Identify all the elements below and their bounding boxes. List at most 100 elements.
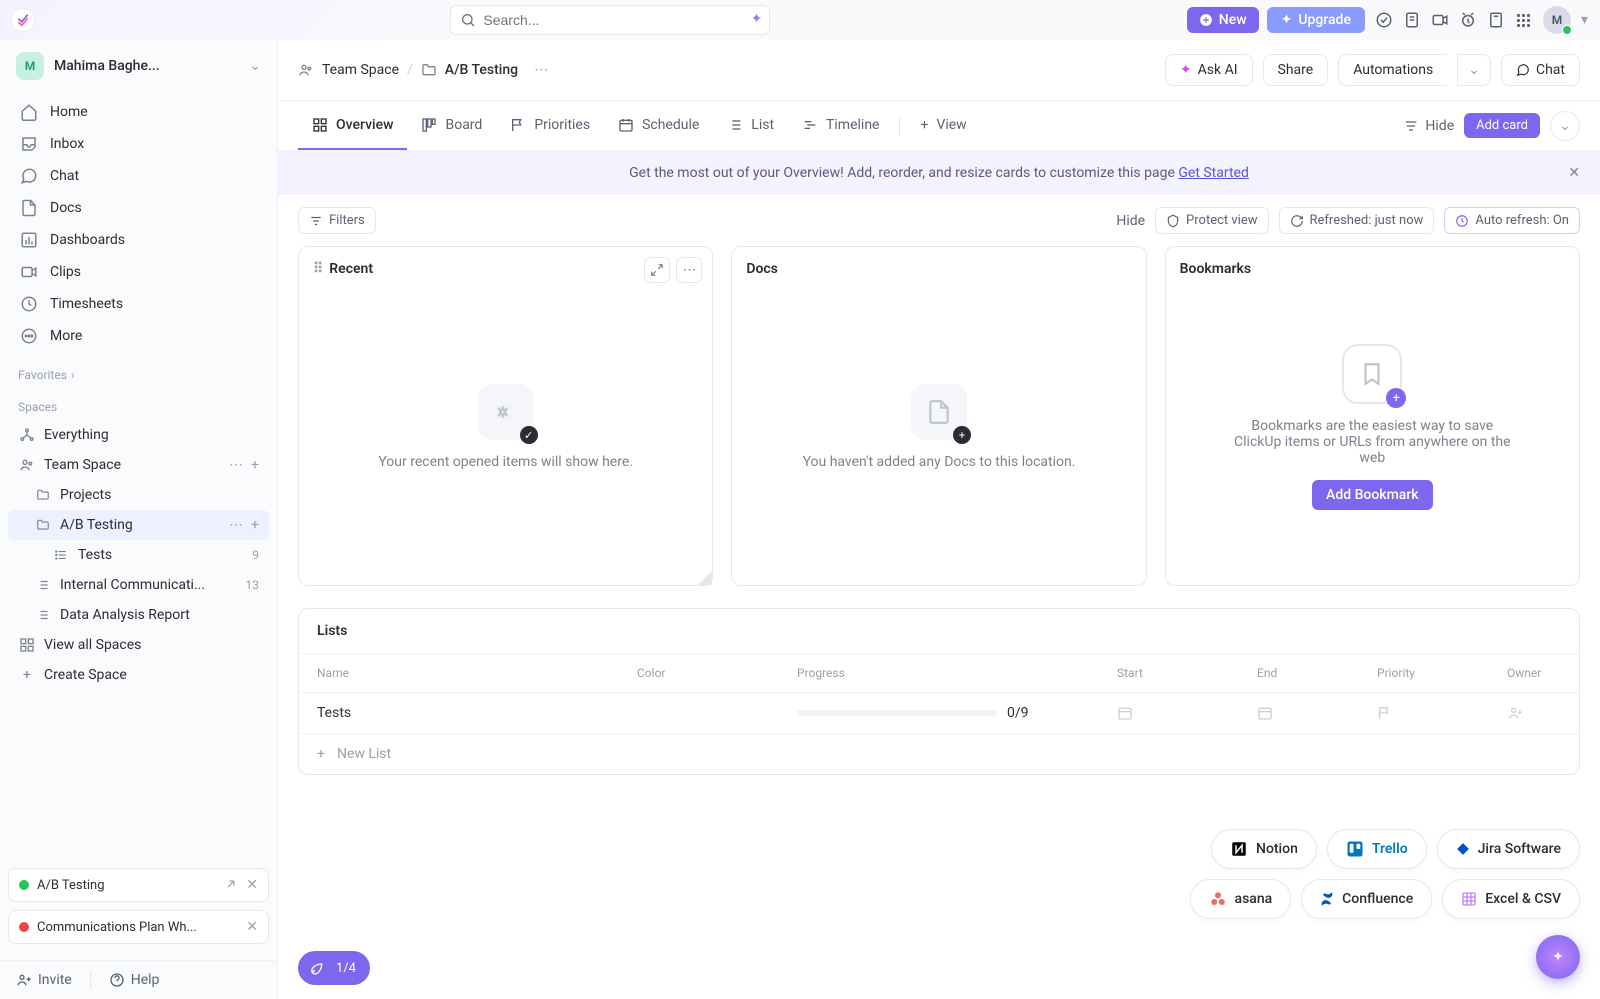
tree-create-space[interactable]: +Create Space	[8, 660, 269, 690]
rocket-icon	[306, 957, 328, 979]
ai-search-icon[interactable]: ✦	[751, 11, 763, 27]
tab-label: List	[751, 117, 774, 133]
button-label: Share	[1278, 62, 1314, 78]
home-icon	[20, 103, 38, 121]
tree-team-space[interactable]: Team Space⋯+	[8, 450, 269, 480]
sidebar-item-label: Clips	[50, 264, 81, 280]
start-date-icon[interactable]	[1117, 705, 1257, 721]
more-icon[interactable]: ⋯	[534, 62, 548, 78]
plus-icon[interactable]: +	[251, 457, 259, 473]
import-notion[interactable]: Notion	[1211, 829, 1317, 869]
assign-owner-icon[interactable]	[1507, 705, 1600, 721]
tree-label: View all Spaces	[44, 637, 141, 653]
import-trello[interactable]: Trello	[1327, 829, 1427, 869]
reminder-icon[interactable]	[1459, 11, 1477, 29]
tree-everything[interactable]: Everything	[8, 420, 269, 450]
tab-priorities[interactable]: Priorities	[496, 101, 604, 150]
bookmark-icon: +	[1342, 344, 1402, 404]
share-button[interactable]: Share	[1263, 54, 1329, 86]
card-title: Recent	[329, 261, 373, 277]
tab-board[interactable]: Board	[407, 101, 496, 150]
tab-overview[interactable]: Overview	[298, 101, 407, 150]
search-input[interactable]	[450, 5, 770, 35]
app-logo[interactable]	[12, 9, 34, 31]
sidebar-item-clips[interactable]: Clips	[8, 256, 269, 288]
tree-view-all-spaces[interactable]: View all Spaces	[8, 630, 269, 660]
list-row[interactable]: Tests 0/9	[299, 693, 1579, 734]
tree-label: Internal Communicati...	[60, 577, 205, 593]
protect-view-button[interactable]: Protect view	[1155, 207, 1268, 234]
new-list-label: New List	[337, 746, 391, 762]
help-button[interactable]: Help	[109, 972, 160, 988]
more-icon[interactable]: ⋯	[229, 517, 243, 533]
onboarding-pill[interactable]: 1/4	[298, 951, 370, 985]
pinned-item[interactable]: A/B Testing ✕	[8, 868, 269, 902]
filters-button[interactable]: Filters	[298, 207, 376, 234]
import-confluence[interactable]: Confluence	[1301, 879, 1432, 919]
automations-button[interactable]: Automations	[1338, 54, 1447, 86]
invite-button[interactable]: Invite	[16, 972, 72, 988]
record-clip-icon[interactable]	[1431, 11, 1449, 29]
app-grid-icon[interactable]	[1515, 11, 1533, 29]
sidebar-item-more[interactable]: More	[8, 320, 269, 352]
tree-data-analysis[interactable]: Data Analysis Report	[8, 600, 269, 630]
upgrade-button[interactable]: ✦ Upgrade	[1267, 7, 1365, 33]
auto-refresh-toggle[interactable]: Auto refresh: On	[1444, 207, 1580, 234]
tab-list[interactable]: List	[713, 101, 788, 150]
tree-projects[interactable]: Projects	[8, 480, 269, 510]
import-excel-csv[interactable]: Excel & CSV	[1442, 879, 1580, 919]
resize-handle[interactable]	[698, 571, 712, 585]
add-card-button[interactable]: Add card	[1464, 113, 1540, 138]
get-started-link[interactable]: Get Started	[1178, 165, 1249, 181]
tree-tests[interactable]: Tests9	[8, 540, 269, 570]
sidebar-item-inbox[interactable]: Inbox	[8, 128, 269, 160]
more-icon[interactable]: ⋯	[229, 457, 243, 473]
task-tray-icon[interactable]	[1403, 11, 1421, 29]
more-icon	[20, 327, 38, 345]
sparkle-icon: ✦	[1552, 949, 1564, 965]
tab-timeline[interactable]: Timeline	[788, 101, 893, 150]
import-jira[interactable]: Jira Software	[1437, 829, 1580, 869]
priority-flag-icon[interactable]	[1377, 705, 1507, 721]
sidebar-item-docs[interactable]: Docs	[8, 192, 269, 224]
automations-dropdown[interactable]: ⌄	[1457, 54, 1491, 86]
sidebar-item-chat[interactable]: Chat	[8, 160, 269, 192]
ask-ai-button[interactable]: ✦Ask AI	[1165, 54, 1253, 86]
card-dropdown[interactable]: ⌄	[1550, 111, 1580, 141]
drag-handle-icon[interactable]: ⠿	[313, 261, 323, 277]
hide-toolbar-button[interactable]: Hide	[1116, 213, 1145, 229]
hide-views-button[interactable]: Hide	[1403, 118, 1454, 134]
close-icon[interactable]: ✕	[246, 877, 258, 893]
chip-label: Confluence	[1342, 891, 1413, 907]
close-icon[interactable]: ✕	[1568, 165, 1580, 181]
import-asana[interactable]: asana	[1190, 879, 1292, 919]
sidebar-item-home[interactable]: Home	[8, 96, 269, 128]
refreshed-status[interactable]: Refreshed: just now	[1279, 207, 1435, 234]
breadcrumb-folder[interactable]: A/B Testing	[445, 62, 518, 78]
chat-button[interactable]: Chat	[1501, 54, 1580, 86]
tree-ab-testing[interactable]: A/B Testing⋯+	[8, 510, 269, 540]
new-list-button[interactable]: +New List	[299, 734, 1579, 774]
breadcrumb-space[interactable]: Team Space	[322, 62, 399, 78]
expand-icon[interactable]	[644, 257, 670, 283]
add-bookmark-button[interactable]: Add Bookmark	[1312, 480, 1433, 510]
pinned-item[interactable]: Communications Plan Wh... ✕	[8, 910, 269, 944]
close-icon[interactable]: ✕	[246, 919, 258, 935]
new-button[interactable]: New	[1187, 7, 1259, 33]
notepad-icon[interactable]	[1487, 11, 1505, 29]
sidebar-item-dashboards[interactable]: Dashboards	[8, 224, 269, 256]
ai-fab[interactable]: ✦	[1536, 935, 1580, 979]
workspace-switcher[interactable]: M Mahima Baghe... ⌄	[0, 40, 277, 92]
add-view-button[interactable]: +View	[906, 101, 980, 150]
favorites-label[interactable]: Favorites›	[0, 356, 277, 388]
end-date-icon[interactable]	[1257, 705, 1377, 721]
more-icon[interactable]: ⋯	[676, 257, 702, 283]
check-circle-icon[interactable]	[1375, 11, 1393, 29]
tab-schedule[interactable]: Schedule	[604, 101, 713, 150]
plus-icon[interactable]: +	[251, 517, 259, 533]
tree-internal-comm[interactable]: Internal Communicati...13	[8, 570, 269, 600]
open-icon[interactable]	[224, 877, 238, 893]
user-avatar[interactable]: M	[1543, 6, 1571, 34]
sidebar-item-timesheets[interactable]: Timesheets	[8, 288, 269, 320]
chevron-down-icon[interactable]: ▾	[1581, 12, 1588, 28]
